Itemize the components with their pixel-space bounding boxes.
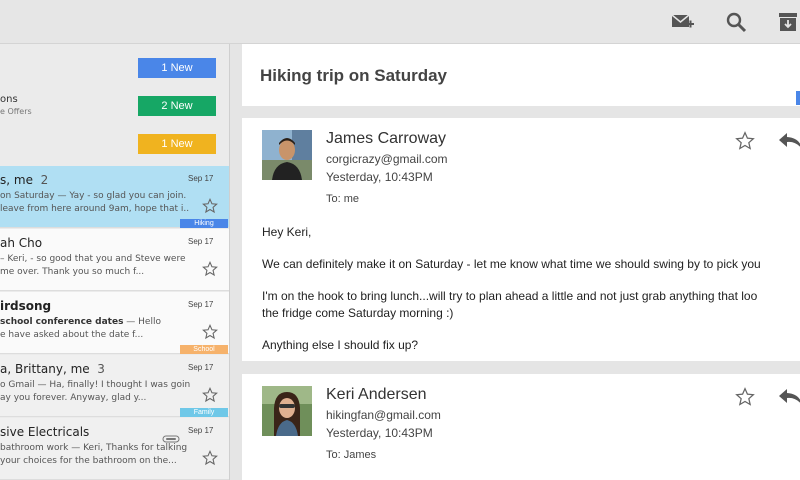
action-bar <box>0 0 800 44</box>
recipients[interactable]: To: me <box>326 193 359 205</box>
thread-senders: sive Electricals <box>0 425 90 439</box>
conversation-subject: Hiking trip on Saturday <box>260 66 448 85</box>
folder-name: ons <box>0 94 18 105</box>
avatar <box>262 386 312 436</box>
thread-senders: a, Brittany, me 3 <box>0 362 105 376</box>
selection-pointer <box>229 187 230 205</box>
thread-label: Family <box>180 408 228 417</box>
reply-icon[interactable] <box>778 131 800 151</box>
star-icon[interactable] <box>735 387 755 407</box>
sender-name: James Carroway <box>326 130 447 147</box>
thread-senders: s, me 2 <box>0 173 49 187</box>
compose-icon[interactable] <box>670 9 696 35</box>
message-time: Yesterday, 10:43PM <box>326 426 433 440</box>
subject-header: Hiking trip on Saturday <box>242 44 800 106</box>
thread-senders: irdsong <box>0 299 52 313</box>
folder-row[interactable]: 1 New <box>0 50 229 88</box>
thread-row[interactable]: a, Brittany, me 3 Sep 17 o Gmail — Ha, f… <box>0 355 229 417</box>
sender-email: hikingfan@gmail.com <box>326 408 441 422</box>
star-icon[interactable] <box>202 387 218 403</box>
archive-icon[interactable] <box>775 9 800 35</box>
new-count-badge: 1 New <box>138 58 216 78</box>
reply-icon[interactable] <box>778 387 800 407</box>
thread-row[interactable]: sive Electricals Sep 17 bathroom work — … <box>0 418 229 480</box>
message-count: 2 <box>40 173 49 187</box>
new-count-badge: 2 New <box>138 96 216 116</box>
thread-row[interactable]: irdsong Sep 17 school conference dates —… <box>0 292 229 354</box>
folder-row[interactable]: ons e Offers 2 New <box>0 88 229 126</box>
thread-date: Sep 17 <box>188 237 214 246</box>
folder-row[interactable]: 1 New <box>0 126 229 164</box>
thread-snippet: – Keri, - so good that you and Steve wer… <box>0 254 186 277</box>
star-icon[interactable] <box>202 198 218 214</box>
thread-list: 1 New ons e Offers 2 New 1 New s, me 2 S… <box>0 44 230 480</box>
thread-snippet: on Saturday — Yay - so glad you can join… <box>0 191 190 214</box>
star-icon[interactable] <box>202 261 218 277</box>
thread-row[interactable]: ah Cho Sep 17 – Keri, - so good that you… <box>0 229 229 291</box>
sender-name: Keri Andersen <box>326 386 427 403</box>
avatar <box>262 130 312 180</box>
thread-senders: ah Cho <box>0 236 43 250</box>
thread-label: School <box>180 345 228 354</box>
star-icon[interactable] <box>735 131 755 151</box>
thread-date: Sep 17 <box>188 174 214 183</box>
thread-date: Sep 17 <box>188 363 214 372</box>
search-icon[interactable] <box>723 9 749 35</box>
star-icon[interactable] <box>202 324 218 340</box>
thread-snippet: o Gmail — Ha, finally! I thought I was g… <box>0 380 190 403</box>
thread-snippet: school conference dates — Hello e have a… <box>0 317 161 340</box>
sender-email: corgicrazy@gmail.com <box>326 152 448 166</box>
new-count-badge: 1 New <box>138 134 216 154</box>
folder-subtitle: e Offers <box>0 107 32 116</box>
message-body: Hey Keri, We can definitely make it on S… <box>262 225 761 352</box>
thread-row[interactable]: s, me 2 Sep 17 on Saturday — Yay - so gl… <box>0 166 229 228</box>
attachment-icon <box>162 428 180 443</box>
thread-label: Hiking <box>180 219 228 228</box>
message-count: 3 <box>97 362 105 376</box>
recipients[interactable]: To: James <box>326 449 376 461</box>
label-indicator <box>796 91 800 105</box>
message-time: Yesterday, 10:43PM <box>326 170 433 184</box>
message-card[interactable]: James Carroway corgicrazy@gmail.com Yest… <box>242 118 800 361</box>
thread-date: Sep 17 <box>188 300 214 309</box>
message-card[interactable]: Keri Andersen hikingfan@gmail.com Yester… <box>242 374 800 480</box>
thread-snippet: bathroom work — Keri, Thanks for talking… <box>0 443 188 466</box>
star-icon[interactable] <box>202 450 218 466</box>
conversation-pane: Hiking trip on Saturday James Carroway c… <box>242 44 800 480</box>
thread-date: Sep 17 <box>188 426 214 435</box>
